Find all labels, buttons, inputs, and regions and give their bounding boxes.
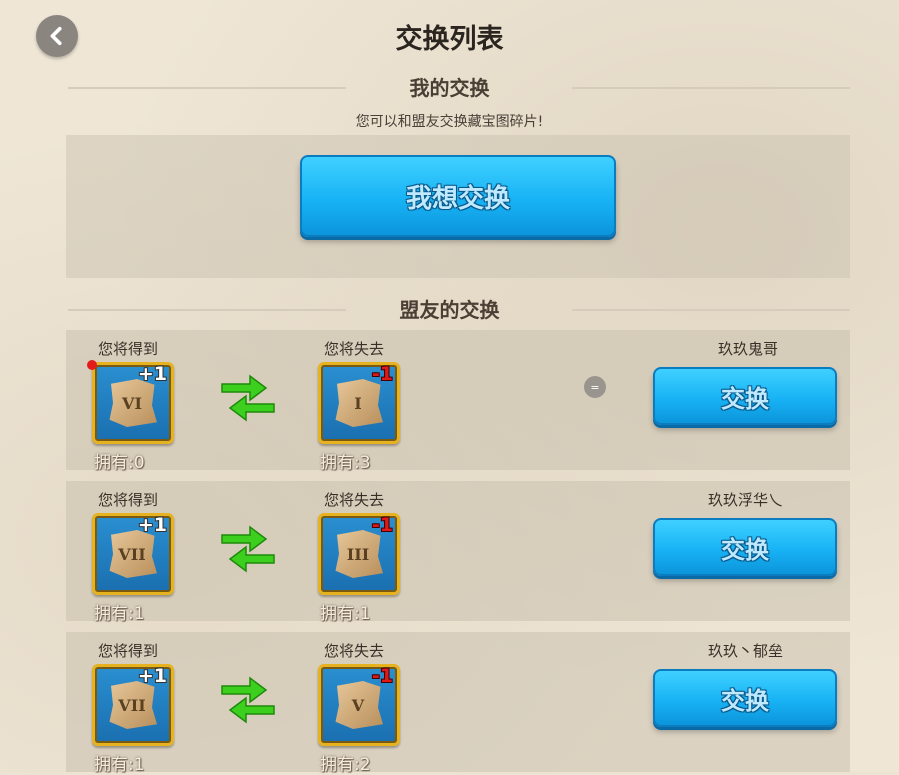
lose-map-piece-card[interactable]: III -1 (318, 513, 400, 595)
owned-count: 拥有:1 (94, 755, 145, 775)
map-piece-icon: VII (109, 530, 157, 578)
my-exchange-heading: 我的交换 (0, 72, 899, 101)
lose-map-piece-card[interactable]: I -1 (318, 362, 400, 444)
divider (572, 86, 850, 89)
lose-map-piece-card[interactable]: V -1 (318, 664, 400, 746)
map-piece-icon: I (335, 379, 383, 427)
get-map-piece-card[interactable]: VII +1 (92, 513, 174, 595)
owned-count: 拥有:1 (94, 604, 145, 624)
want-exchange-button[interactable]: 我想交换 (300, 155, 616, 237)
exchange-button[interactable]: 交换 (653, 669, 837, 727)
loss-badge: -1 (371, 514, 393, 536)
divider (572, 308, 850, 311)
divider (68, 86, 346, 89)
loss-badge: -1 (371, 665, 393, 687)
get-label: 您将得到 (98, 642, 159, 660)
loss-badge: -1 (371, 363, 393, 385)
ally-exchange-heading-text: 盟友的交换 (399, 298, 500, 322)
my-exchange-subtitle: 您可以和盟友交换藏宝图碎片! (355, 114, 544, 130)
exchange-button[interactable]: 交换 (653, 367, 837, 425)
map-piece-icon: V (335, 681, 383, 729)
my-exchange-heading-text: 我的交换 (409, 76, 490, 100)
notification-dot (87, 360, 97, 370)
owned-count: 拥有:1 (320, 604, 371, 624)
map-piece-icon: VI (109, 379, 157, 427)
equals-icon[interactable]: = (584, 376, 606, 398)
gain-badge: +1 (137, 514, 167, 536)
gain-badge: +1 (137, 363, 167, 385)
owned-count: 拥有:0 (94, 453, 145, 473)
swap-arrows-icon (221, 676, 275, 724)
map-piece-icon: VII (109, 681, 157, 729)
player-name: 玖玖鬼哥 (718, 340, 779, 358)
my-exchange-panel: 我想交换 (66, 135, 850, 278)
lose-label: 您将失去 (324, 340, 385, 358)
swap-arrows-icon (221, 525, 275, 573)
get-label: 您将得到 (98, 340, 159, 358)
get-label: 您将得到 (98, 491, 159, 509)
ally-exchange-heading: 盟友的交换 (0, 294, 899, 323)
lose-label: 您将失去 (324, 491, 385, 509)
owned-count: 拥有:2 (320, 755, 371, 775)
get-map-piece-card[interactable]: VI +1 (92, 362, 174, 444)
exchange-row: 您将得到 VII +1 拥有:1 您将失去 V -1 拥有:2 玖玖丶郁垒 交换 (66, 632, 850, 775)
divider (68, 308, 346, 311)
swap-arrows-icon (221, 374, 275, 422)
player-name: 玖玖浮华乀 (708, 491, 784, 509)
exchange-row: 您将得到 VI +1 拥有:0 您将失去 I -1 拥有:3 玖玖鬼哥 交换 (66, 330, 850, 473)
page-title: 交换列表 (395, 24, 504, 55)
exchange-row: 您将得到 VII +1 拥有:1 您将失去 III -1 拥有:1 玖玖浮华乀 … (66, 481, 850, 624)
gain-badge: +1 (137, 665, 167, 687)
owned-count: 拥有:3 (320, 453, 371, 473)
exchange-button[interactable]: 交换 (653, 518, 837, 576)
lose-label: 您将失去 (324, 642, 385, 660)
map-piece-icon: III (335, 530, 383, 578)
get-map-piece-card[interactable]: VII +1 (92, 664, 174, 746)
player-name: 玖玖丶郁垒 (708, 642, 784, 660)
